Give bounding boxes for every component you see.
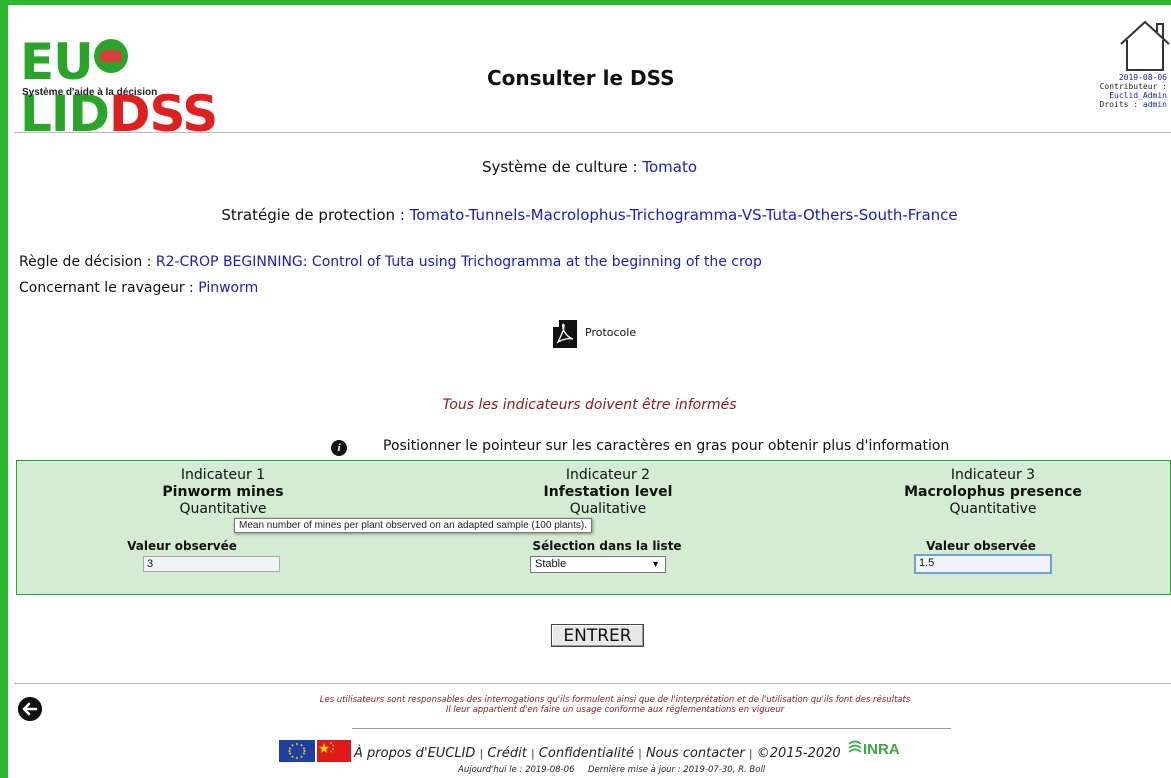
disclaimer: Les utilisateurs sont responsables des i… [270, 695, 960, 715]
indicator-1-number: Indicateur 1 [180, 467, 266, 483]
pest-label: Concernant le ravageur : [19, 280, 194, 296]
indicator-2-name[interactable]: Infestation level [458, 484, 758, 501]
rights-value-link[interactable]: admin [1143, 100, 1167, 109]
indicator-3-name[interactable]: Macrolophus presence [843, 484, 1143, 501]
system-value-link[interactable]: Tomato [642, 158, 697, 176]
page-title: Consulter le DSS [487, 66, 675, 90]
system-label: Système de culture : [481, 158, 638, 176]
disclaimer-line-1: Les utilisateurs sont responsables des i… [319, 695, 911, 705]
footer-links: À propos d'EUCLID | Crédit | Confidentia… [354, 746, 841, 761]
indicator-1-field-label: Valeur observée [127, 539, 237, 553]
system-row: Système de culture : Tomato [8, 158, 1171, 176]
logo-globe-icon [93, 39, 128, 73]
indicator-tooltip: Mean number of mines per plant observed … [234, 518, 592, 533]
disclaimer-line-2: Il leur appartient d'en faire un usage c… [445, 705, 785, 715]
header-divider [14, 132, 1171, 133]
home-icon[interactable] [1119, 18, 1171, 72]
strategy-label: Stratégie de protection : [221, 206, 405, 224]
indicator-2: Indicateur 2 Infestation level Qualitati… [458, 467, 758, 518]
logo-text-eu: EU [20, 33, 94, 91]
separator: | [479, 747, 484, 760]
rule-value-link[interactable]: R2-CROP BEGINNING: Control of Tuta using… [156, 254, 762, 270]
enter-button[interactable]: ENTRER [551, 624, 644, 647]
current-date: 2019-08-06 [1118, 73, 1167, 82]
eu-flag-icon[interactable] [279, 740, 315, 762]
indicator-3-type: Quantitative [949, 501, 1037, 517]
protocol-link[interactable]: Protocole [585, 326, 636, 339]
indicator-3-number: Indicateur 3 [950, 467, 1036, 483]
pdf-icon[interactable] [553, 320, 577, 348]
dropdown-arrow-icon: ▼ [651, 559, 660, 569]
contact-link[interactable]: Nous contacter [646, 746, 745, 761]
indicator-1-value-input[interactable]: 3 [143, 556, 280, 572]
strategy-value-link[interactable]: Tomato-Tunnels-Macrolophus-Trichogramma-… [410, 206, 958, 224]
indicator-2-field-label: Sélection dans la liste [532, 539, 682, 553]
strategy-row: Stratégie de protection : Tomato-Tunnels… [8, 206, 1171, 224]
back-arrow-icon[interactable] [18, 697, 42, 721]
today-date: Aujourd'hui le : 2019-08-06 [458, 765, 575, 775]
indicators-panel: Indicateur 1 Pinworm mines Quantitative … [16, 460, 1171, 595]
rule-label: Règle de décision : [19, 254, 152, 270]
about-link[interactable]: À propos d'EUCLID [354, 746, 475, 761]
required-warning: Tous les indicateurs doivent être inform… [442, 397, 737, 413]
rights-row: Droits : admin [1100, 100, 1167, 109]
pest-value-link[interactable]: Pinworm [198, 280, 258, 296]
rule-row: Règle de décision : R2-CROP BEGINNING: C… [19, 254, 762, 270]
rights-label: Droits : [1099, 100, 1139, 109]
contributor-name-link[interactable]: Euclid_Admin [1100, 91, 1167, 100]
indicator-1-type: Quantitative [179, 501, 267, 517]
footer-dates: Aujourd'hui le : 2019-08-06 Dernière mis… [458, 765, 765, 775]
contributor-label: Contributeur : [1099, 82, 1167, 91]
indicator-2-select[interactable]: Stable ▼ [530, 556, 666, 573]
indicator-1: Indicateur 1 Pinworm mines Quantitative [73, 467, 373, 518]
user-meta: 2019-08-06 Contributeur : Euclid_Admin D… [1100, 73, 1167, 109]
copyright: ©2015-2020 [756, 746, 841, 761]
last-update: Dernière mise à jour : 2019-07-30, R. Bo… [588, 765, 766, 775]
separator: | [638, 747, 642, 760]
indicator-1-name[interactable]: Pinworm mines [73, 484, 373, 501]
separator: | [530, 747, 535, 760]
indicator-3-field-label: Valeur observée [926, 539, 1036, 553]
credit-link[interactable]: Crédit [487, 746, 526, 761]
pest-row: Concernant le ravageur : Pinworm [19, 280, 258, 296]
indicator-3: Indicateur 3 Macrolophus presence Quanti… [843, 467, 1143, 518]
indicator-3-value-input[interactable]: 1.5 [914, 554, 1052, 574]
footer-divider [14, 683, 1171, 684]
inra-logo[interactable]: INRA [845, 737, 905, 765]
indicator-2-number: Indicateur 2 [565, 467, 651, 483]
indicator-2-selected-value: Stable [535, 558, 567, 570]
footer-mini-divider [352, 728, 951, 729]
privacy-link[interactable]: Confidentialité [539, 746, 634, 761]
info-icon: i [331, 440, 347, 456]
svg-text:INRA: INRA [863, 741, 900, 758]
separator: | [748, 747, 753, 760]
indicator-2-type: Qualitative [569, 501, 647, 517]
euclid-dss-logo[interactable]: EULIDDSS Système d'aide à la décision [20, 33, 265, 140]
logo-subtitle: Système d'aide à la décision [22, 87, 158, 98]
hover-hint: Positionner le pointeur sur les caractèr… [383, 438, 950, 454]
china-flag-icon[interactable] [317, 740, 351, 762]
